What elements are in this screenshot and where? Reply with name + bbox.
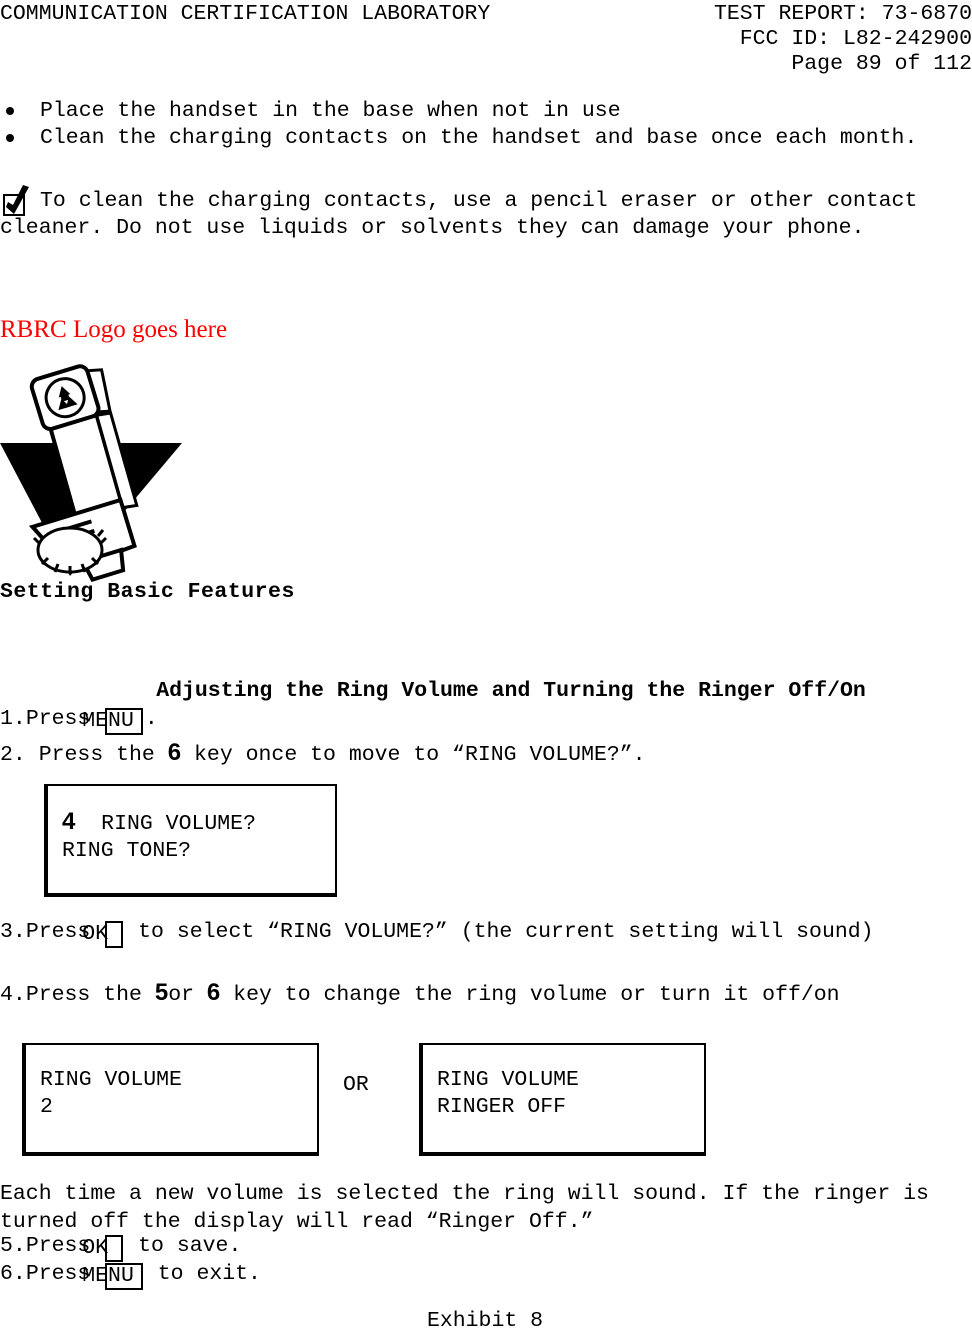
step-6: 6.Press MENU to exit. (0, 1260, 972, 1290)
bullet-dot-icon (6, 134, 14, 142)
bullet-dot-icon (6, 107, 14, 115)
lcd-volume-line-1: RING VOLUME (40, 1068, 182, 1092)
six-key[interactable]: 6 (168, 739, 181, 766)
lcd-ringer-off-line-1: RING VOLUME (437, 1068, 579, 1092)
step-6-number: 6. (0, 1262, 26, 1286)
step-4-mid: or (168, 983, 207, 1007)
step-2-post: key once to move to “RING VOLUME?”. (181, 743, 646, 767)
five-key[interactable]: 5 (155, 979, 168, 1006)
step-1-number: 1. (0, 707, 26, 731)
ok-key[interactable]: OK (82, 921, 124, 948)
maintenance-bullet-list: Place the handset in the base when not i… (0, 98, 972, 152)
lcd-menu-line-1: 4 RING VOLUME? (62, 808, 335, 838)
ring-sound-note-text: Each time a new volume is selected the r… (0, 1182, 929, 1234)
step-5-number: 5. (0, 1234, 26, 1258)
cleaning-note-text: To clean the charging contacts, use a pe… (0, 189, 918, 240)
step-6-post: to exit. (144, 1262, 261, 1286)
list-item: Place the handset in the base when not i… (0, 98, 972, 125)
step-4-number: 4. (0, 983, 26, 1007)
step-4: 4.Press the 5or 6 key to change the ring… (0, 979, 972, 1009)
rbrc-logo-placeholder: RBRC Logo goes here (0, 316, 228, 343)
list-item-label: Clean the charging contacts on the hands… (40, 126, 918, 150)
step-2: 2. Press the 6 key once to move to “RING… (0, 739, 972, 769)
step-2-pre: Press the (25, 743, 168, 767)
step-3: 3.Press OK to select “RING VOLUME?” (the… (0, 918, 972, 948)
lcd-menu-line-2: RING TONE? (62, 839, 192, 863)
step-4-post: key to change the ring volume or turn it… (220, 983, 840, 1007)
step-3-post: to select “RING VOLUME?” (the current se… (125, 920, 874, 944)
lcd-display-volume: RING VOLUME 2 (22, 1043, 319, 1156)
step-1: 1.Press MENU. (0, 705, 972, 735)
lcd-menu-item-label: RING VOLUME? (75, 812, 256, 836)
fcc-id: FCC ID: L82-242900 (739, 27, 972, 51)
lcd-menu-item-number: 4 (62, 808, 76, 835)
or-label: OR (343, 1073, 369, 1097)
lcd-display-menu: 4 RING VOLUME? RING TONE? (44, 784, 337, 897)
menu-key[interactable]: MENU (82, 1263, 143, 1290)
list-item-label: Place the handset in the base when not i… (40, 99, 621, 123)
ring-sound-note: Each time a new volume is selected the r… (0, 1180, 972, 1236)
step-2-number: 2. (0, 743, 26, 767)
cleaning-note: To clean the charging contacts, use a pe… (0, 185, 972, 242)
lcd-display-ringer-off: RING VOLUME RINGER OFF (419, 1043, 706, 1156)
list-item: Clean the charging contacts on the hands… (0, 125, 972, 152)
lab-name: COMMUNICATION CERTIFICATION LABORATORY (0, 2, 491, 26)
page-header: COMMUNICATION CERTIFICATION LABORATORY T… (0, 2, 972, 77)
cordless-handset-battery-recycle-illustration (0, 358, 260, 588)
lcd-volume-line-2: 2 (40, 1095, 53, 1119)
test-report-number: TEST REPORT: 73-6870 (713, 2, 972, 26)
checkbox-check-icon (2, 185, 36, 219)
page-number: Page 89 of 112 (791, 52, 972, 76)
menu-key[interactable]: MENU (82, 708, 143, 735)
section-heading: Adjusting the Ring Volume and Turning th… (156, 679, 866, 703)
step-3-number: 3. (0, 920, 26, 944)
step-5: 5.Press OK to save. (0, 1232, 972, 1262)
footer-exhibit-label: Exhibit 8 (426, 1309, 544, 1333)
step-4-pre: Press the (25, 983, 155, 1007)
ok-key[interactable]: OK (82, 1235, 124, 1262)
lcd-ringer-off-line-2: RINGER OFF (437, 1095, 567, 1119)
page-title: Setting Basic Features (0, 580, 295, 604)
header-right-block: TEST REPORT: 73-6870 FCC ID: L82-242900 … (714, 2, 972, 77)
step-1-post: . (144, 707, 158, 731)
document-page: COMMUNICATION CERTIFICATION LABORATORY T… (0, 0, 972, 1341)
six-key[interactable]: 6 (207, 979, 220, 1006)
step-5-post: to save. (125, 1234, 242, 1258)
